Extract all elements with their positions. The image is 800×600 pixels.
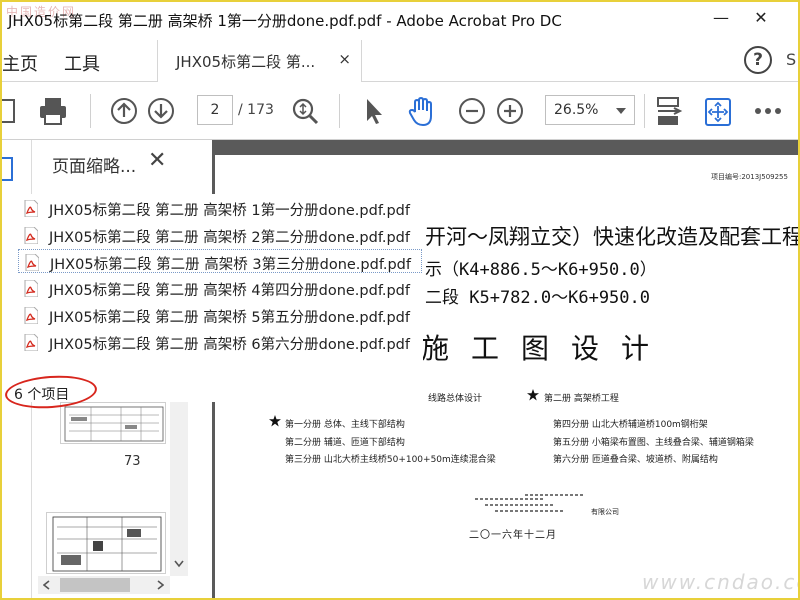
file-item-label: JHX05标第二段 第二册 高架桥 4第四分册done.pdf.pdf: [49, 283, 410, 299]
file-item[interactable]: JHX05标第二段 第二册 高架桥 6第六分册done.pdf.pdf: [18, 330, 422, 354]
close-tab-icon[interactable]: ×: [338, 50, 351, 68]
company-seal: [475, 494, 585, 512]
pdf-file-icon: [24, 280, 38, 297]
help-icon[interactable]: ?: [744, 46, 772, 74]
section-range: 二段 K5+782.0～K6+950.0: [425, 288, 650, 308]
window-title: JHX05标第二段 第二册 高架桥 1第一分册done.pdf.pdf - Ad…: [8, 12, 562, 30]
chevron-down-icon: [616, 108, 626, 114]
scroll-down-icon[interactable]: [174, 560, 184, 568]
more-options-icon[interactable]: [754, 106, 782, 116]
file-list-popup: JHX05标第二段 第二册 高架桥 1第一分册done.pdf.pdf JHX0…: [8, 194, 423, 402]
star-icon: [527, 389, 539, 401]
hand-tool-icon[interactable]: [407, 96, 437, 128]
file-item-label: JHX05标第二段 第二册 高架桥 3第三分册done.pdf.pdf: [50, 257, 411, 273]
vertical-scrollbar[interactable]: [170, 402, 188, 576]
fit-page-icon[interactable]: [654, 96, 684, 128]
section-item: 第六分册 匝道叠合梁、坡道桥、附属结构: [553, 455, 718, 465]
pdf-file-icon: [24, 334, 38, 351]
file-item[interactable]: JHX05标第二段 第二册 高架桥 2第二分册done.pdf.pdf: [18, 223, 422, 247]
page-thumbnail[interactable]: [60, 402, 166, 444]
page-number-input[interactable]: 2: [197, 95, 233, 125]
document-date: 二〇一六年十二月: [469, 530, 557, 541]
file-item-label: JHX05标第二段 第二册 高架桥 2第二分册done.pdf.pdf: [49, 230, 410, 246]
file-item-label: JHX05标第二段 第二册 高架桥 5第五分册done.pdf.pdf: [49, 310, 410, 326]
section-item: 第四分册 山北大桥辅道桥100m钢桁架: [553, 420, 708, 430]
sign-in-partial[interactable]: S: [786, 50, 796, 69]
print-icon[interactable]: [38, 96, 68, 126]
close-panel-icon[interactable]: ✕: [148, 148, 166, 173]
minimize-button[interactable]: —: [706, 8, 736, 32]
toolbar-separator: [90, 94, 91, 128]
thumbnail-drawing: [52, 516, 162, 572]
file-item[interactable]: JHX05标第二段 第二册 高架桥 5第五分册done.pdf.pdf: [18, 303, 422, 327]
toolbar-separator: [644, 94, 645, 128]
zoom-dropdown[interactable]: 26.5%: [545, 95, 635, 125]
title-bar: 中国造价网 JHX05标第二段 第二册 高架桥 1第一分册done.pdf.pd…: [2, 2, 798, 38]
horizontal-scrollbar[interactable]: [38, 576, 170, 594]
menu-bar: 主页 工具: [2, 38, 798, 82]
page-thumbnail[interactable]: [46, 512, 166, 574]
zoom-marquee-icon[interactable]: [290, 96, 320, 126]
pdf-file-icon: [24, 200, 38, 217]
file-item[interactable]: JHX05标第二段 第二册 高架桥 1第一分册done.pdf.pdf: [18, 196, 422, 220]
zoom-in-icon[interactable]: [495, 96, 525, 126]
route-design-label: 线路总体设计: [428, 394, 483, 404]
toolbar-separator: [339, 94, 340, 128]
scroll-left-icon[interactable]: [43, 580, 51, 590]
pdf-file-icon: [25, 254, 39, 271]
file-item[interactable]: JHX05标第二段 第二册 高架桥 4第四分册done.pdf.pdf: [18, 276, 422, 300]
project-number: 项目编号:2013J509255: [711, 173, 788, 181]
project-title: 开河～凤翔立交）快速化改造及配套工程: [425, 225, 800, 249]
previous-page-icon[interactable]: [109, 96, 139, 126]
company-name: 有限公司: [591, 508, 619, 516]
section-item: 第一分册 总体、主线下部结构: [285, 420, 405, 430]
select-tool-icon[interactable]: [362, 96, 386, 126]
full-screen-icon[interactable]: [703, 96, 733, 128]
document-tab-label: JHX05标第二段 第...: [176, 53, 316, 71]
star-icon: [269, 415, 281, 427]
close-window-button[interactable]: ✕: [746, 8, 776, 32]
tools-menu[interactable]: 工具: [64, 50, 100, 76]
file-item-label: JHX05标第二段 第二册 高架桥 1第一分册done.pdf.pdf: [49, 203, 410, 219]
section-item: 第二分册 辅道、匝道下部结构: [285, 438, 405, 448]
toolbar: 2 / 173 26.5%: [2, 82, 798, 140]
file-item-selected[interactable]: JHX05标第二段 第二册 高架桥 3第三分册done.pdf.pdf: [18, 249, 422, 273]
thumbnail-drawing: [64, 406, 164, 442]
pdf-file-icon: [24, 307, 38, 324]
volume-label: 第二册 高架桥工程: [544, 394, 619, 404]
scrollbar-thumb[interactable]: [60, 578, 130, 592]
zoom-value: 26.5%: [554, 102, 599, 118]
pdf-file-icon: [24, 227, 38, 244]
scroll-right-icon[interactable]: [156, 580, 164, 590]
section-item: 第五分册 小箱梁布置图、主线叠合梁、辅道钢箱梁: [553, 438, 754, 448]
zoom-out-icon[interactable]: [457, 96, 487, 126]
page-total: / 173: [238, 102, 274, 118]
home-menu[interactable]: 主页: [2, 50, 38, 76]
next-page-icon[interactable]: [146, 96, 176, 126]
thumbnail-page-number: 73: [124, 454, 141, 469]
acrobat-window: 中国造价网 JHX05标第二段 第二册 高架桥 1第一分册done.pdf.pd…: [0, 0, 800, 600]
section-item: 第三分册 山北大桥主线桥50+100+50m连续混合梁: [285, 455, 496, 465]
save-icon[interactable]: [2, 96, 18, 126]
thumbnail-panel-title: 页面缩略...: [52, 157, 137, 177]
project-range: 示（K4+886.5～K6+950.0）: [425, 260, 657, 280]
document-tab[interactable]: JHX05标第二段 第... ×: [157, 40, 362, 82]
design-heading: 施工图设计: [421, 332, 672, 365]
website-watermark: www.cndao.com: [642, 570, 798, 594]
file-item-label: JHX05标第二段 第二册 高架桥 6第六分册done.pdf.pdf: [49, 337, 410, 353]
page-thumbnails-icon[interactable]: [2, 154, 16, 184]
